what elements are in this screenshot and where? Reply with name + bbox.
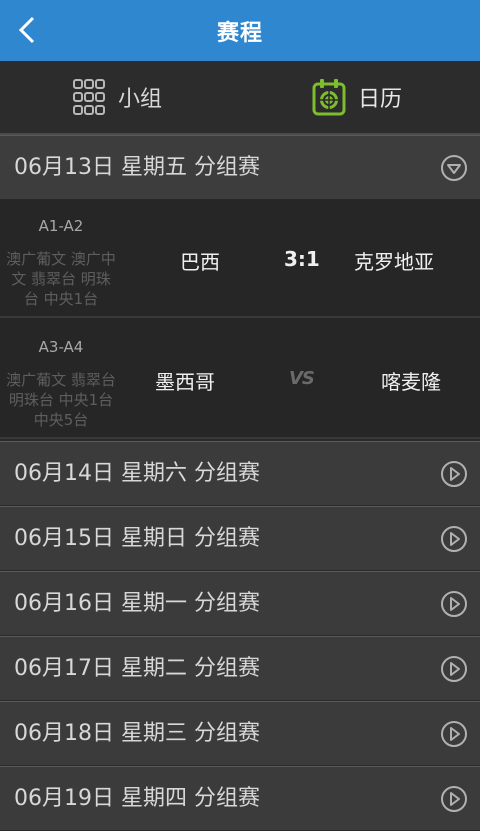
home-team: 墨西哥 [155,370,215,394]
back-chevron-icon [18,16,35,44]
day-label: 06月18日 星期三 分组赛 [14,721,260,746]
expand-circle-icon[interactable] [440,460,468,488]
away-team: 喀麦隆 [381,370,441,394]
tab-calendar[interactable]: 日历 [312,61,402,133]
day-header[interactable]: 06月19日 星期四 分组赛 [0,766,480,830]
day-label: 06月19日 星期四 分组赛 [14,786,260,811]
day-label: 06月16日 星期一 分组赛 [14,591,260,616]
tab-calendar-label: 日历 [358,87,403,112]
tab-bar: 小组 日历 [0,61,480,135]
day-header[interactable]: 06月15日 星期日 分组赛 [0,506,480,570]
expand-circle-icon[interactable] [440,590,468,618]
match-score: 3:1 [284,247,320,271]
match-row[interactable]: A1-A2 澳广葡文 澳广中文 翡翠台 明珠台 中央1台 巴西 3:1 克罗地亚 [0,199,480,318]
match-code: A3-A4 [38,338,84,356]
day-header[interactable]: 06月17日 星期二 分组赛 [0,636,480,700]
away-team: 克罗地亚 [354,250,434,274]
match-code: A1-A2 [38,217,84,235]
collapse-circle-icon[interactable] [440,154,468,182]
day-label: 06月15日 星期日 分组赛 [14,526,260,551]
page-title: 赛程 [216,20,263,46]
day-label: 06月14日 星期六 分组赛 [14,461,260,486]
match-channels: 澳广葡文 翡翠台 明珠台 中央1台 中央5台 [6,371,116,429]
day-label: 06月17日 星期二 分组赛 [14,656,260,681]
home-team: 巴西 [180,250,220,274]
grid-icon [73,79,105,115]
back-button[interactable] [10,12,44,48]
tab-groups[interactable]: 小组 [72,61,162,133]
expand-circle-icon[interactable] [440,525,468,553]
title-bar: 赛程 [0,0,480,61]
day-header[interactable]: 06月14日 星期六 分组赛 [0,441,480,505]
day-header[interactable]: 06月13日 星期五 分组赛 [0,135,480,199]
day-header[interactable]: 06月18日 星期三 分组赛 [0,701,480,765]
match-row[interactable]: A3-A4 澳广葡文 翡翠台 明珠台 中央1台 中央5台 墨西哥 VS 喀麦隆 [0,318,480,439]
expand-circle-icon[interactable] [440,785,468,813]
day-header[interactable]: 06月16日 星期一 分组赛 [0,571,480,635]
expand-circle-icon[interactable] [440,720,468,748]
match-channels: 澳广葡文 澳广中文 翡翠台 明珠台 中央1台 [6,250,116,308]
calendar-icon [312,79,346,116]
expand-circle-icon[interactable] [440,655,468,683]
versus-label: VS [289,368,315,389]
day-label: 06月13日 星期五 分组赛 [14,155,260,180]
tab-groups-label: 小组 [118,87,163,112]
